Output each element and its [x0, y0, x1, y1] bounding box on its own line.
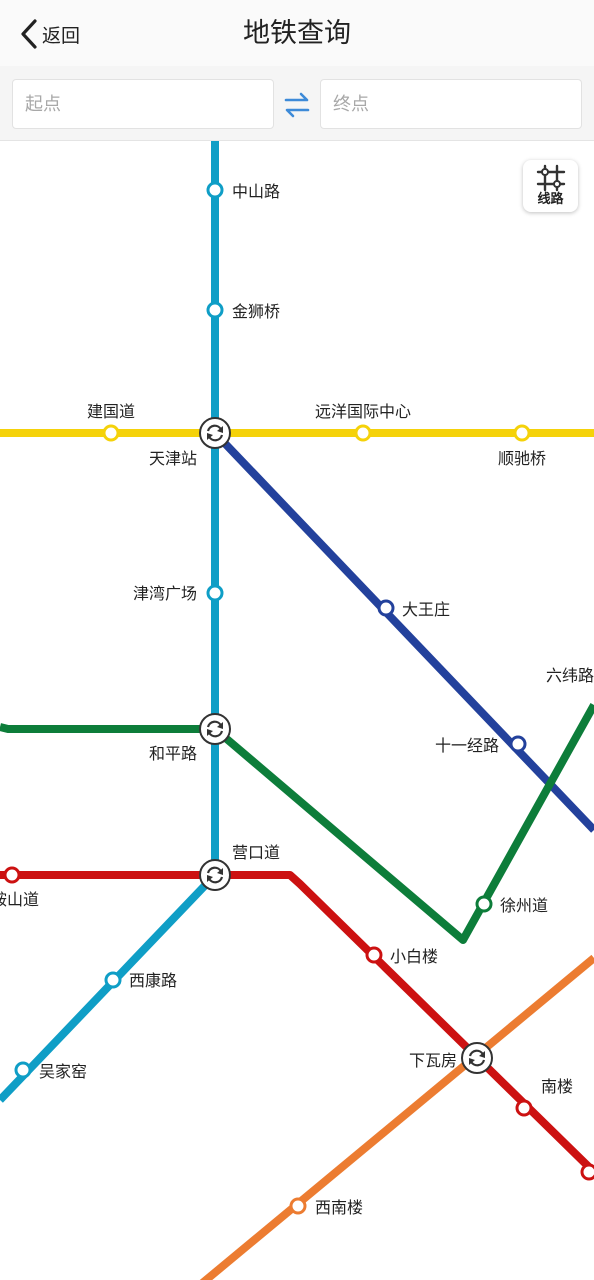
station-dot[interactable]	[365, 946, 383, 964]
station-dot[interactable]	[475, 895, 493, 913]
start-station-input[interactable]	[12, 79, 274, 129]
transfer-station-tianjinzhan[interactable]	[199, 417, 231, 449]
page-title: 地铁查询	[243, 18, 351, 49]
station-label[interactable]: 中山路	[232, 182, 280, 201]
station-dot[interactable]	[3, 866, 21, 884]
station-labels: 中山路 金狮桥 建国道 天津站 远洋国际中心 顺驰桥 津湾广场 大王庄 六纬路 …	[0, 182, 594, 1217]
station-dot[interactable]	[206, 181, 224, 199]
station-label[interactable]: 和平路	[149, 744, 197, 763]
station-label[interactable]: 建国道	[87, 402, 135, 421]
station-label[interactable]: 南楼	[541, 1077, 573, 1096]
transfer-station-yingkoudao[interactable]	[199, 859, 231, 891]
station-dot[interactable]	[289, 1197, 307, 1215]
station-label[interactable]: 津湾广场	[133, 584, 197, 603]
search-bar	[0, 66, 594, 141]
end-station-input[interactable]	[320, 79, 582, 129]
station-label[interactable]: 顺驰桥	[498, 449, 546, 468]
station-dot[interactable]	[102, 424, 120, 442]
station-dot[interactable]	[509, 735, 527, 753]
swap-button[interactable]	[280, 90, 314, 120]
station-label[interactable]: 金狮桥	[232, 302, 280, 321]
station-dot[interactable]	[206, 584, 224, 602]
station-dot[interactable]	[513, 424, 531, 442]
station-dot[interactable]	[14, 1061, 32, 1079]
route-button[interactable]: 线路	[523, 160, 578, 212]
station-label[interactable]: 下瓦房	[409, 1051, 457, 1070]
station-dot[interactable]	[515, 1099, 533, 1117]
subway-map[interactable]: 中山路 金狮桥 建国道 天津站 远洋国际中心 顺驰桥 津湾广场 大王庄 六纬路 …	[0, 141, 594, 1280]
app-header: 返回 地铁查询	[0, 0, 594, 66]
station-label[interactable]: 十一经路	[435, 736, 499, 755]
line-dark-blue[interactable]	[212, 430, 594, 833]
station-label[interactable]: 小白楼	[390, 947, 438, 966]
station-label[interactable]: 吴家窑	[39, 1062, 87, 1081]
swap-icon	[284, 92, 310, 118]
station-label[interactable]: 远洋国际中心	[315, 402, 411, 421]
station-label[interactable]: 西康路	[129, 971, 177, 990]
station-dot[interactable]	[580, 1163, 594, 1181]
station-label[interactable]: 天津站	[149, 449, 197, 468]
station-label[interactable]: 徐州道	[500, 896, 548, 915]
station-dot[interactable]	[206, 301, 224, 319]
station-label[interactable]: 营口道	[232, 843, 280, 862]
station-dots	[3, 181, 594, 1215]
station-label[interactable]: 鞍山道	[0, 890, 39, 909]
line-red[interactable]	[0, 871, 594, 1175]
transfer-station-xiawafang[interactable]	[461, 1042, 493, 1074]
route-label: 线路	[537, 192, 564, 207]
station-dot[interactable]	[354, 424, 372, 442]
station-label[interactable]: 大王庄	[402, 600, 450, 619]
station-dot[interactable]	[377, 599, 395, 617]
station-label[interactable]: 西南楼	[315, 1198, 363, 1217]
line-routes	[0, 141, 594, 1280]
station-dot[interactable]	[104, 971, 122, 989]
transfer-station-hepinglu[interactable]	[199, 713, 231, 745]
station-label[interactable]: 六纬路	[546, 666, 594, 685]
route-icon	[536, 164, 565, 192]
line-light-blue[interactable]	[0, 141, 219, 1103]
